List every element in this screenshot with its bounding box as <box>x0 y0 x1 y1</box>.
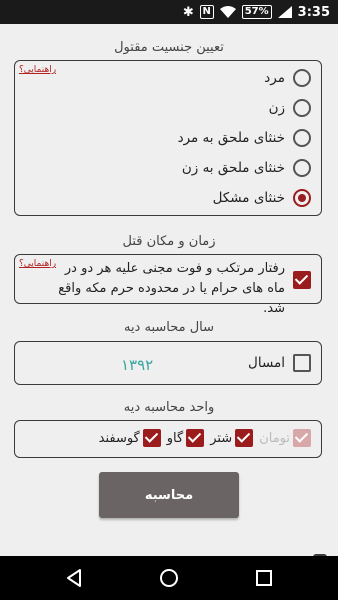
radio-button[interactable] <box>293 99 311 117</box>
radio-button-selected[interactable] <box>293 189 311 207</box>
current-year-option[interactable]: امسال <box>248 354 311 372</box>
unit-cow[interactable]: گاو <box>166 429 205 447</box>
back-icon[interactable] <box>64 568 84 588</box>
unit-label: گوسفند <box>98 430 140 446</box>
navigation-bar <box>0 556 338 600</box>
unit-sheep[interactable]: گوسفند <box>99 429 161 447</box>
gender-section-title: تعیین جنسیت مقتول <box>114 40 224 55</box>
unit-checkbox-disabled <box>293 429 311 447</box>
signal-icon <box>277 6 292 18</box>
unit-label: شتر <box>210 430 233 446</box>
units-row: گوسفند گاو شتر تومان <box>99 429 311 447</box>
unit-checkbox[interactable] <box>186 429 205 447</box>
time-place-help-link[interactable]: راهنمایی؟ <box>19 259 56 269</box>
calculate-button[interactable]: محاسبه <box>99 472 239 518</box>
gender-option-hermaphrodite-male[interactable]: خنثای ملحق به مرد <box>178 124 311 152</box>
unit-checkbox[interactable] <box>142 429 161 447</box>
unit-section-title: واحد محاسبه دیه <box>123 400 215 415</box>
home-icon[interactable] <box>159 568 179 588</box>
gender-option-hermaphrodite-female[interactable]: خنثای ملحق به زن <box>182 154 311 182</box>
bluetooth-icon: ✱ <box>182 4 194 20</box>
gender-option-male[interactable]: مرد <box>264 64 311 92</box>
status-icons: ✱ N 57% 3:35 <box>183 3 330 21</box>
year-box: ۱۳۹۲ امسال <box>14 341 322 385</box>
gender-option-label: مرد <box>264 70 285 86</box>
radio-button[interactable] <box>293 69 311 87</box>
current-year-label: امسال <box>248 355 285 371</box>
current-year-checkbox[interactable] <box>293 354 311 372</box>
unit-camel[interactable]: شتر <box>210 429 254 447</box>
gender-option-female[interactable]: زن <box>269 94 311 122</box>
gender-help-link[interactable]: راهنمایی؟ <box>19 65 56 75</box>
clock: 3:35 <box>297 4 330 20</box>
unit-label: گاو <box>166 430 184 446</box>
gender-option-hermaphrodite-ambiguous[interactable]: خنثای مشکل <box>213 184 311 212</box>
battery-percent: 57% <box>244 6 269 17</box>
unit-toman: تومان <box>259 429 311 447</box>
unit-checkbox[interactable] <box>235 429 254 447</box>
wifi-icon <box>219 6 236 18</box>
gender-option-label: خنثای ملحق به مرد <box>177 130 285 146</box>
year-value[interactable]: ۱۳۹۲ <box>121 356 153 374</box>
time-place-box: راهنمایی؟ رفتار مرتکب و فوت مجنی علیه هر… <box>14 254 322 316</box>
radio-button[interactable] <box>293 159 311 177</box>
nfc-icon: N <box>199 5 214 19</box>
recents-icon[interactable] <box>254 568 274 588</box>
radio-button[interactable] <box>293 129 311 147</box>
battery-icon: 57% <box>241 5 272 19</box>
gender-option-label: خنثای مشکل <box>212 190 285 206</box>
time-place-text: رفتار مرتکب و فوت مجنی علیه هر دو در ماه… <box>58 261 285 316</box>
unit-label: تومان <box>259 430 290 446</box>
gender-box: راهنمایی؟ مرد زن خنثای ملحق به مرد خنثای… <box>14 60 322 216</box>
year-section-title: سال محاسبه دیه <box>123 320 215 335</box>
unit-box: گوسفند گاو شتر تومان <box>14 420 322 458</box>
gender-option-label: خنثای ملحق به زن <box>181 160 285 176</box>
status-bar: ✱ N 57% 3:35 <box>0 0 338 24</box>
gender-option-label: زن <box>268 100 285 116</box>
time-place-section-title: زمان و مکان قتل <box>122 234 216 249</box>
time-place-checkbox[interactable] <box>293 271 311 289</box>
